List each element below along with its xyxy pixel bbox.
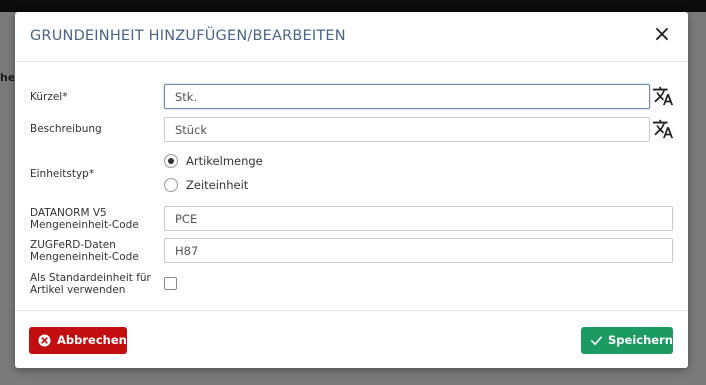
zugferd-input[interactable] [164,238,673,263]
datanorm-label-line2: Mengeneinheit-Code [30,219,139,231]
dialog-title: GRUNDEINHEIT HINZUFÜGEN/BEARBEITEN [30,28,346,44]
check-icon [591,336,602,346]
standard-label-line1: Als Standardeinheit für [30,272,151,284]
close-icon[interactable]: × [652,24,672,46]
cancel-button[interactable]: Abbrechen [29,327,127,354]
radio-button[interactable] [164,178,178,192]
unit-dialog: GRUNDEINHEIT HINZUFÜGEN/BEARBEITEN × Kür… [15,12,688,368]
beschreibung-input[interactable] [164,117,650,142]
save-button[interactable]: Speichern [581,327,673,354]
beschreibung-label: Beschreibung [30,123,102,135]
radio-label: Zeiteinheit [186,178,249,192]
einheitstyp-label: Einheitstyp* [30,168,95,180]
kuerzel-label: Kürzel* [30,91,68,103]
background-text-fragment: heit [0,71,14,84]
datanorm-input[interactable] [164,206,673,231]
standard-label: Als Standardeinheit für Artikel verwende… [30,272,151,296]
kuerzel-input[interactable] [164,84,650,109]
dialog-header: GRUNDEINHEIT HINZUFÜGEN/BEARBEITEN × [15,12,688,62]
standard-label-line2: Artikel verwenden [30,284,126,296]
zugferd-label-line1: ZUGFeRD-Daten [30,239,116,251]
datanorm-label: DATANORM V5 Mengeneinheit-Code [30,207,139,231]
cancel-label: Abbrechen [57,333,127,347]
standard-checkbox[interactable] [164,277,177,290]
cancel-circle-icon [38,334,51,347]
save-label: Speichern [608,333,673,347]
radio-label: Artikelmenge [186,154,263,168]
translate-icon[interactable] [652,118,674,140]
radio-button[interactable] [164,154,178,168]
zugferd-label: ZUGFeRD-Daten Mengeneinheit-Code [30,239,139,263]
datanorm-label-line1: DATANORM V5 [30,207,107,219]
translate-icon[interactable] [652,85,674,107]
zugferd-label-line2: Mengeneinheit-Code [30,251,139,263]
top-bar [0,0,706,12]
dialog-footer: Abbrechen Speichern [15,310,688,368]
